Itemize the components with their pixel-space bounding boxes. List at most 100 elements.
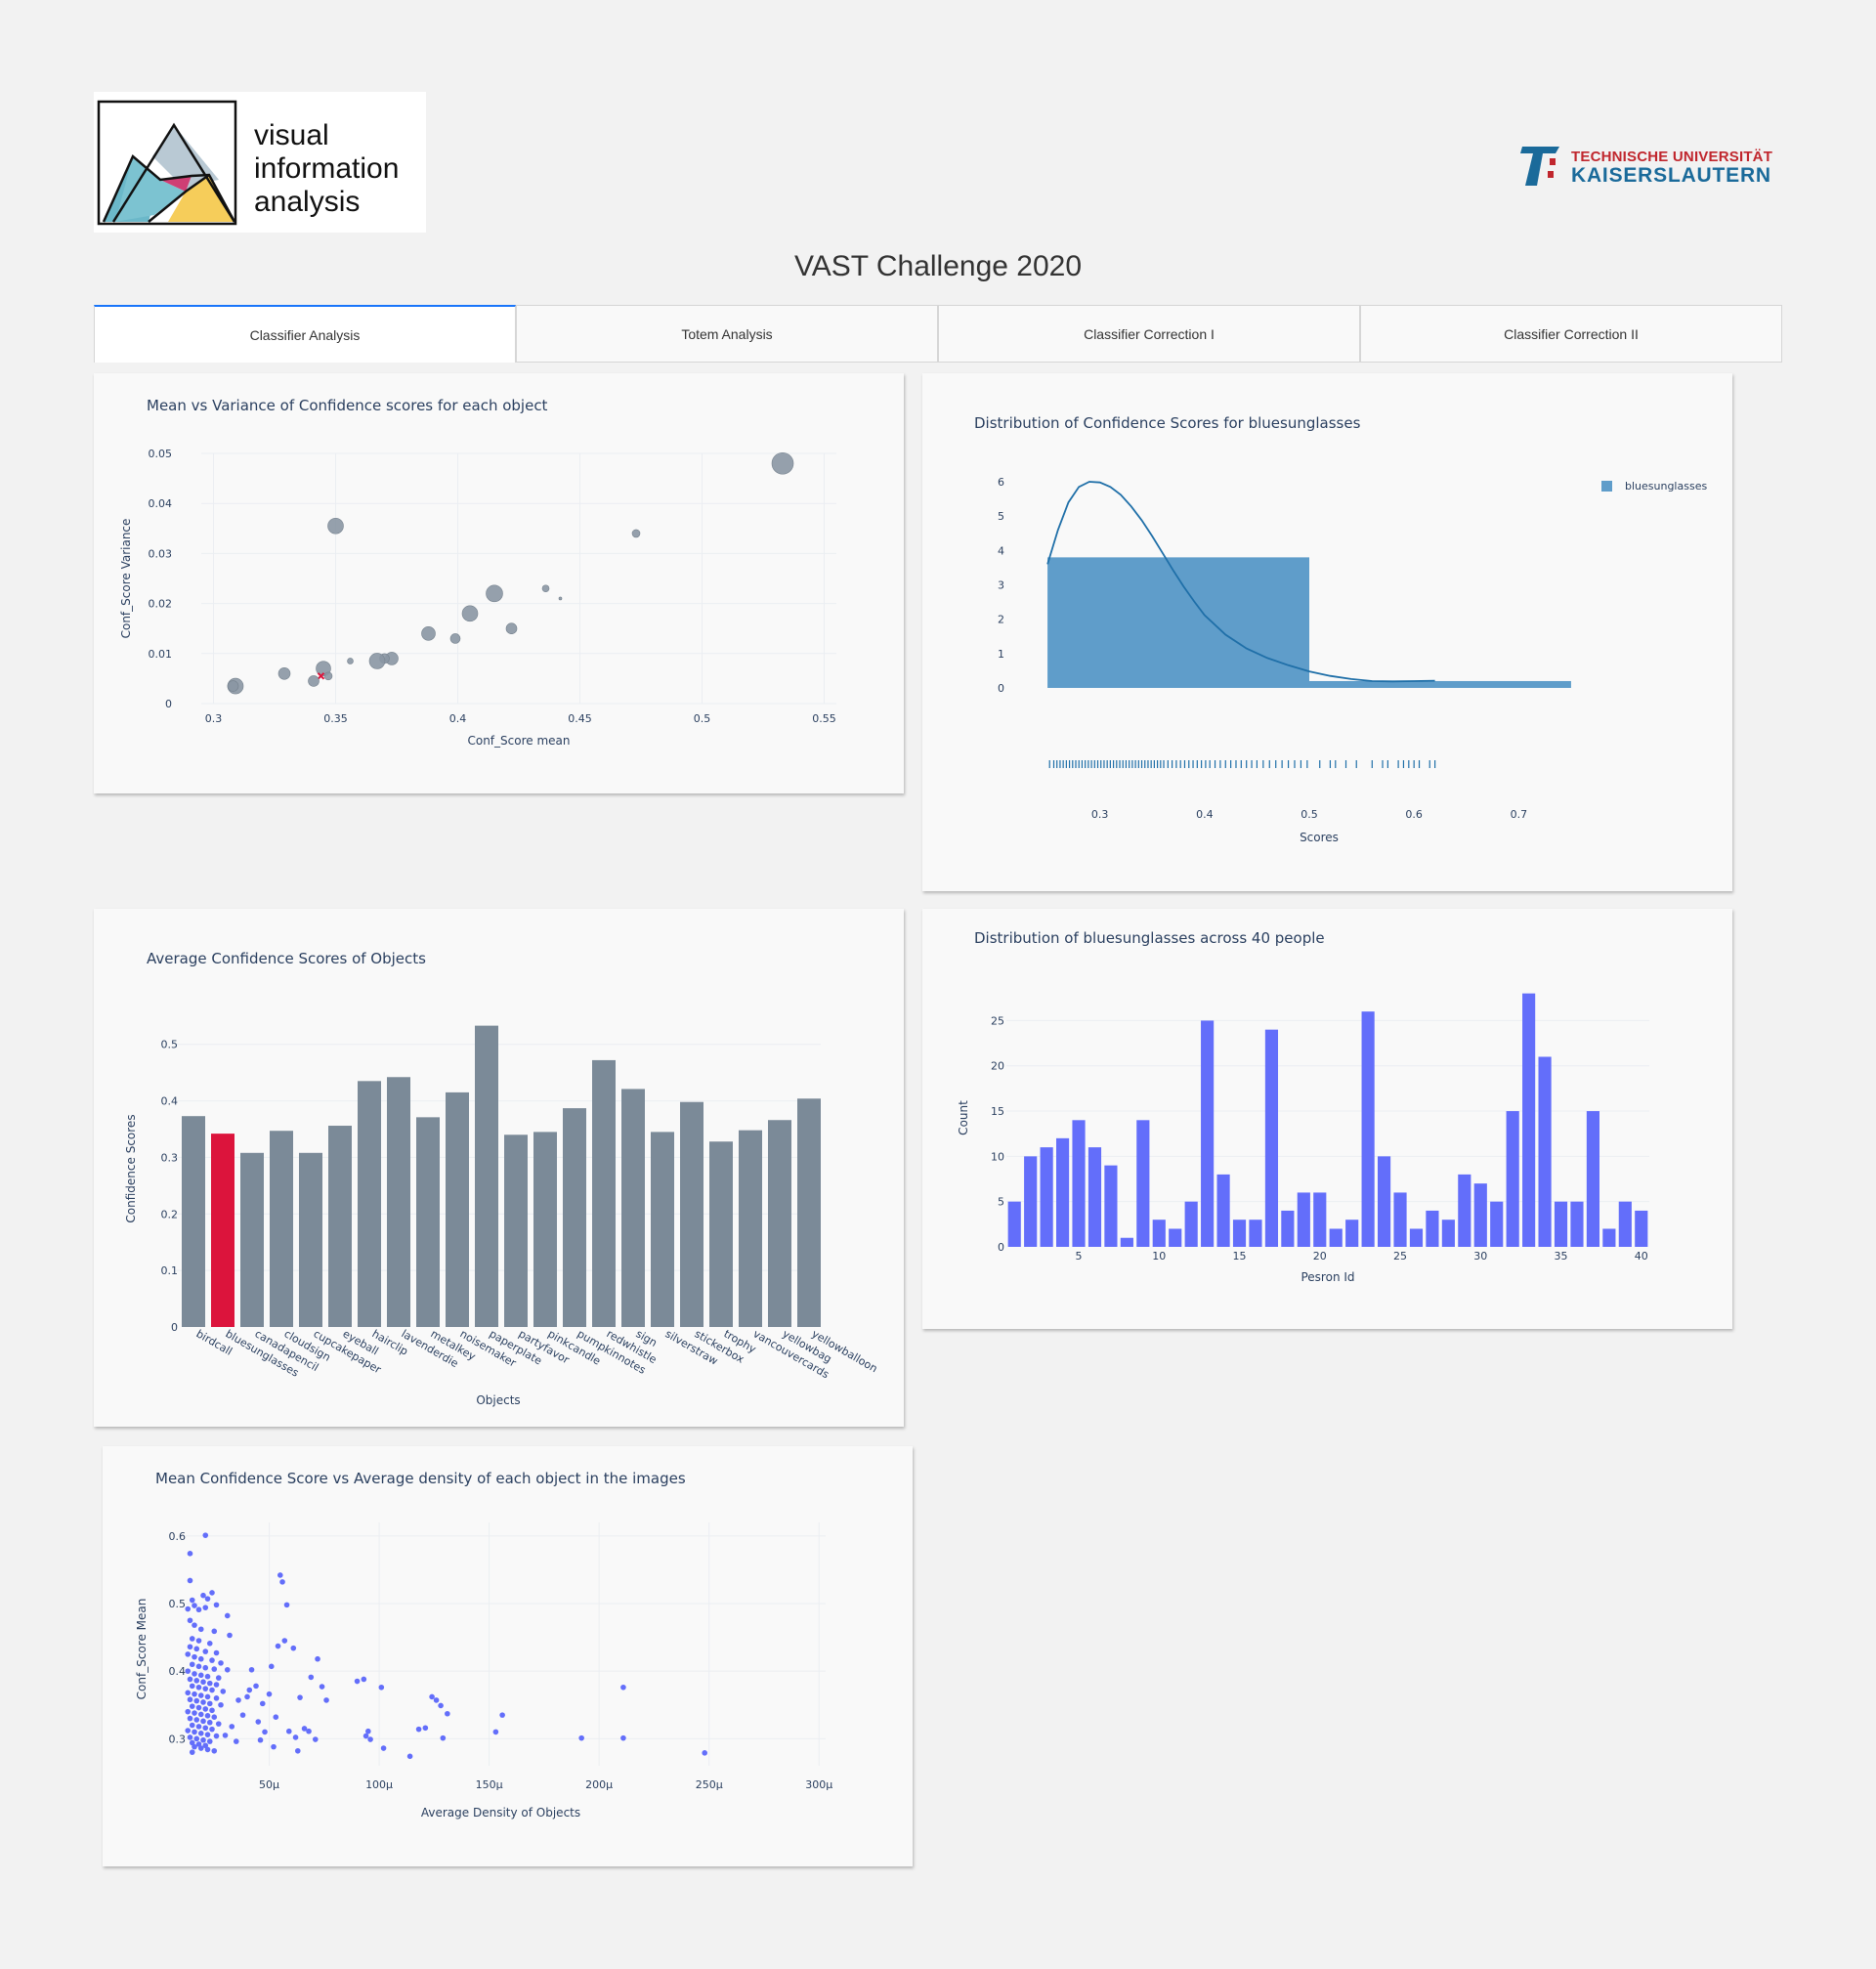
y-tick-label: 2	[998, 614, 1004, 626]
scatter-point	[197, 1731, 204, 1736]
y-tick-label: 0.5	[161, 1039, 179, 1051]
tab-classifier-correction-2[interactable]: Classifier Correction II	[1360, 305, 1782, 363]
y-tick-label: 6	[998, 476, 1004, 489]
x-tick-label: 0.6	[1405, 808, 1423, 821]
scatter-point	[193, 1697, 200, 1704]
scatter-point	[202, 1706, 209, 1712]
page-title: VAST Challenge 2020	[793, 250, 1083, 282]
scatter-point	[189, 1703, 195, 1709]
x-tick-label: 5	[1076, 1250, 1083, 1263]
scatter-point	[204, 1673, 211, 1680]
scatter-point	[224, 1612, 231, 1619]
density-vs-mean-chart[interactable]: Mean Confidence Score vs Average density…	[103, 1446, 913, 1866]
bubble-point	[541, 584, 550, 593]
y-tick-label: 10	[991, 1150, 1004, 1163]
scatter-point	[218, 1660, 224, 1666]
bar	[1152, 1220, 1166, 1247]
bar	[1249, 1220, 1262, 1247]
bluesunglasses-people-chart[interactable]: Distribution of bluesunglasses across 40…	[922, 909, 1732, 1329]
scatter-point	[204, 1732, 211, 1737]
scatter-point	[218, 1701, 224, 1708]
logo-text-line: information	[254, 152, 400, 185]
bar	[1232, 1220, 1247, 1247]
scatter-point	[185, 1690, 192, 1696]
scatter-point	[200, 1592, 206, 1599]
bubble-point	[558, 596, 563, 601]
scatter-point	[233, 1738, 239, 1744]
scatter-point	[380, 1745, 387, 1751]
bar	[387, 1077, 410, 1327]
bar	[739, 1130, 762, 1327]
bar	[475, 1025, 498, 1327]
scatter-point	[189, 1636, 195, 1642]
tab-classifier-correction-1[interactable]: Classifier Correction I	[938, 305, 1360, 363]
x-tick-label: 250μ	[696, 1778, 723, 1791]
scatter-point	[187, 1617, 193, 1624]
scatter-point	[292, 1734, 299, 1740]
chart-title: Distribution of bluesunglasses across 40…	[974, 929, 1325, 947]
scatter-point	[192, 1743, 197, 1750]
x-axis-title: Objects	[476, 1393, 520, 1407]
scatter-point	[185, 1728, 192, 1734]
bar	[1473, 1183, 1487, 1247]
mean-variance-chart[interactable]: Mean vs Variance of Confidence scores fo…	[94, 373, 904, 793]
bubble-point	[421, 626, 436, 641]
scatter-point	[294, 1747, 301, 1754]
scatter-point	[209, 1687, 215, 1693]
x-tick-label: 25	[1393, 1250, 1407, 1263]
y-tick-label: 5	[998, 1196, 1004, 1209]
scatter-point	[361, 1676, 367, 1683]
scatter-point	[220, 1689, 227, 1694]
scatter-point	[187, 1715, 193, 1722]
scatter-point	[206, 1719, 213, 1726]
scatter-point	[257, 1736, 264, 1743]
bubble-point	[505, 622, 518, 635]
scatter-point	[200, 1718, 206, 1725]
histogram-bar	[1309, 680, 1571, 688]
tab-bar: Classifier Analysis Totem Analysis Class…	[94, 305, 1782, 363]
bar	[533, 1132, 557, 1327]
bluesunglasses-distribution-chart[interactable]: Distribution of Confidence Scores for bl…	[922, 373, 1732, 891]
bar	[1490, 1201, 1504, 1247]
y-tick-label: 25	[991, 1014, 1004, 1027]
scatter-point	[308, 1674, 315, 1681]
scatter-point	[248, 1666, 255, 1673]
bar	[1136, 1120, 1150, 1247]
y-tick-label: 0.1	[161, 1264, 179, 1277]
scatter-point	[197, 1745, 204, 1751]
bubble-point	[631, 529, 641, 538]
x-tick-label: 0.5	[1300, 808, 1318, 821]
y-tick-label: 0.2	[161, 1208, 179, 1220]
x-tick-label: 0.7	[1511, 808, 1528, 821]
bar	[328, 1126, 352, 1327]
scatter-point	[189, 1749, 195, 1755]
tab-classifier-analysis[interactable]: Classifier Analysis	[94, 305, 516, 363]
x-axis-title: Pesron Id	[1300, 1270, 1354, 1284]
y-tick-label: 0.3	[161, 1151, 179, 1164]
scatter-point	[187, 1577, 193, 1584]
bar	[1361, 1011, 1375, 1247]
scatter-point	[277, 1572, 283, 1578]
y-tick-label: 1	[998, 648, 1004, 661]
scatter-point	[204, 1746, 211, 1753]
scatter-point	[213, 1682, 220, 1688]
y-tick-label: 5	[998, 510, 1004, 523]
y-tick-label: 4	[998, 544, 1004, 557]
y-tick-label: 0.01	[149, 648, 173, 661]
x-tick-label: 20	[1313, 1250, 1327, 1263]
average-confidence-chart[interactable]: Average Confidence Scores of Objects 0 0.1…	[94, 909, 904, 1427]
tab-totem-analysis[interactable]: Totem Analysis	[516, 305, 938, 363]
scatter-point	[202, 1725, 209, 1732]
bar	[1522, 993, 1536, 1247]
y-axis-title: Confidence Scores	[124, 1114, 138, 1222]
bar	[182, 1116, 205, 1327]
x-tick-label: 0.3	[205, 712, 223, 725]
scatter-point	[244, 1693, 250, 1700]
x-tick-label: 200μ	[585, 1778, 613, 1791]
x-tick-label: 300μ	[805, 1778, 832, 1791]
scatter-point	[204, 1713, 211, 1719]
scatter-point	[415, 1726, 422, 1733]
bubble-point	[308, 675, 320, 687]
mountain-logo-icon	[97, 100, 237, 226]
scatter-point	[192, 1653, 197, 1660]
